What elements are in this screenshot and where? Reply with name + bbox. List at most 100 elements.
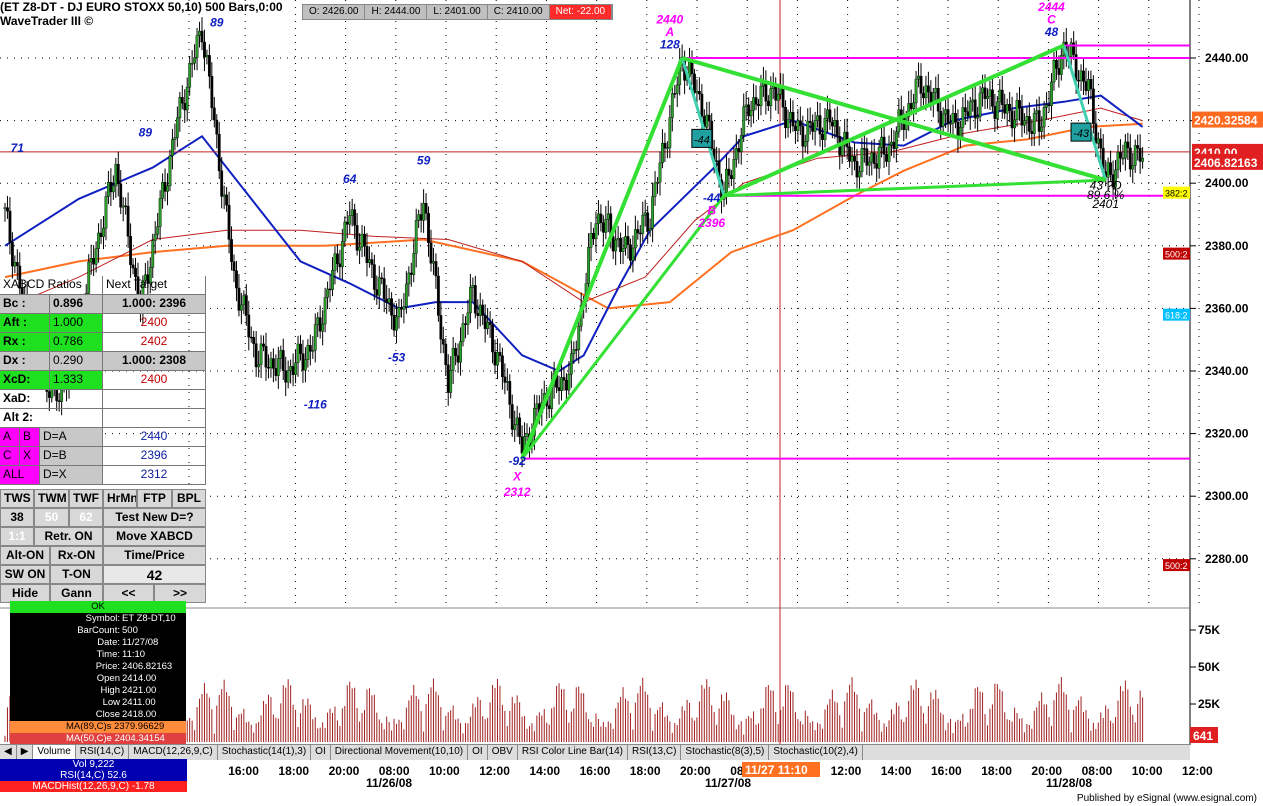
candle-body [195,35,199,58]
candle-body [818,115,822,135]
candle-body [601,222,605,233]
all-button[interactable]: ALL [0,466,40,484]
candle-body [387,298,391,303]
candle-body [158,198,162,227]
candle-body [1035,110,1039,114]
candle-body [402,306,406,310]
t-on-button[interactable]: T-ON [50,565,103,584]
candle-body [954,113,957,123]
candle-body [1040,126,1044,132]
candle-body [1018,100,1021,109]
tab-stochastic-8[interactable]: Stochastic(8(3),5) [681,745,770,760]
tab-stochastic-14[interactable]: Stochastic(14(1),3) [218,745,312,760]
candle-body [614,239,618,252]
retracement-label: -43 [1073,128,1090,140]
candle-body [89,258,93,263]
candle-body [161,182,164,199]
candle-body [180,97,184,104]
tab-obv[interactable]: OBV [488,745,518,760]
tab-volume[interactable]: Volume [33,745,76,760]
fib-38-button[interactable]: 38 [0,508,34,527]
candle-body [311,349,315,352]
test-new-d-button[interactable]: Test New D=? [103,508,206,527]
tab-rsi-color-line-bar[interactable]: RSI Color Line Bar(14) [518,745,628,760]
candle-body [631,247,635,261]
candle-body [565,380,568,391]
candle-body [358,246,361,251]
candle-body [747,104,751,117]
candle-body [574,349,578,351]
candle-body [363,233,366,247]
candle-body [200,30,204,43]
candle-body [572,349,576,354]
point-b-button[interactable]: B [20,428,40,446]
candle-body [885,154,888,162]
candle-body [328,288,332,291]
ratio-value: 0.290 [50,352,103,370]
tooltip-value: 11:10 [122,649,146,660]
close-value: C: 2410.00 [488,5,550,19]
candle-body [461,323,465,342]
candle-body [1087,79,1090,91]
candle-body [1089,79,1093,90]
candle-body [624,236,627,249]
retracement-toggle[interactable]: Retr. ON [34,527,103,546]
tab-macd[interactable]: MACD(12,26,9,C) [129,745,218,760]
tab-rsi-13[interactable]: RSI(13,C) [628,745,682,760]
candle-body [1121,157,1125,160]
candle-body [1042,107,1046,128]
candle-body [870,152,874,163]
rx-on-button[interactable]: Rx-ON [50,546,103,565]
candle-body [230,239,233,262]
candle-body [104,196,108,229]
candle-body [326,288,329,298]
candle-body [894,131,898,149]
tab-bpl[interactable]: BPL [172,489,206,508]
candle-body [313,324,317,351]
time-price-button[interactable]: Time/Price [103,546,206,565]
move-xabcd-button[interactable]: Move XABCD [103,527,206,546]
candle-body [513,424,517,430]
candle-body [1138,148,1142,162]
tab-hrmn[interactable]: HrMn [103,489,137,508]
candle-body [249,336,253,339]
tab-tws[interactable]: TWS [0,489,34,508]
tab-twm[interactable]: TWM [34,489,69,508]
candle-body [107,182,110,197]
sw-on-button[interactable]: SW ON [0,565,50,584]
time-tick-label: 18:00 [278,764,309,778]
candle-body [446,364,450,393]
candle-body [247,314,251,338]
candle-body [707,114,711,122]
tab-stochastic-10[interactable]: Stochastic(10(2),4) [769,745,863,760]
candle-body [306,345,310,360]
time-tick-label: 18:00 [630,764,661,778]
tab-rsi-14[interactable]: RSI(14,C) [76,745,130,760]
candle-body [444,344,448,366]
fib-62-button[interactable]: 62 [69,508,103,527]
alt-on-button[interactable]: Alt-ON [0,546,50,565]
tooltip-value: 2411.00 [122,697,156,708]
tab-oi[interactable]: OI [311,745,331,760]
tab-directional-movement[interactable]: Directional Movement(10,10) [331,745,469,760]
tab-ftp[interactable]: FTP [137,489,172,508]
tab-twf[interactable]: TWF [69,489,103,508]
scroll-right-icon[interactable]: ▶ [17,745,34,760]
candle-body [961,107,965,128]
candle-body [380,277,384,279]
candle-body [656,181,659,184]
candle-body [688,61,691,77]
volume-tick-label: 25K [1198,697,1220,711]
point-x-button[interactable]: X [20,447,40,465]
tab-oi-2[interactable]: OI [468,745,488,760]
candle-body [912,102,916,110]
fib-50-button[interactable]: 50 [34,508,69,527]
time-tick-label: 14:00 [529,764,560,778]
candle-body [909,103,913,110]
pattern-annotation: 2312 [503,485,531,499]
ratio-button[interactable]: 1:1 [0,527,34,546]
pattern-annotation: -116 [304,398,327,412]
scroll-left-icon[interactable]: ◀ [0,745,17,760]
point-c-button[interactable]: C [0,447,20,465]
point-a-button[interactable]: A [0,428,20,446]
